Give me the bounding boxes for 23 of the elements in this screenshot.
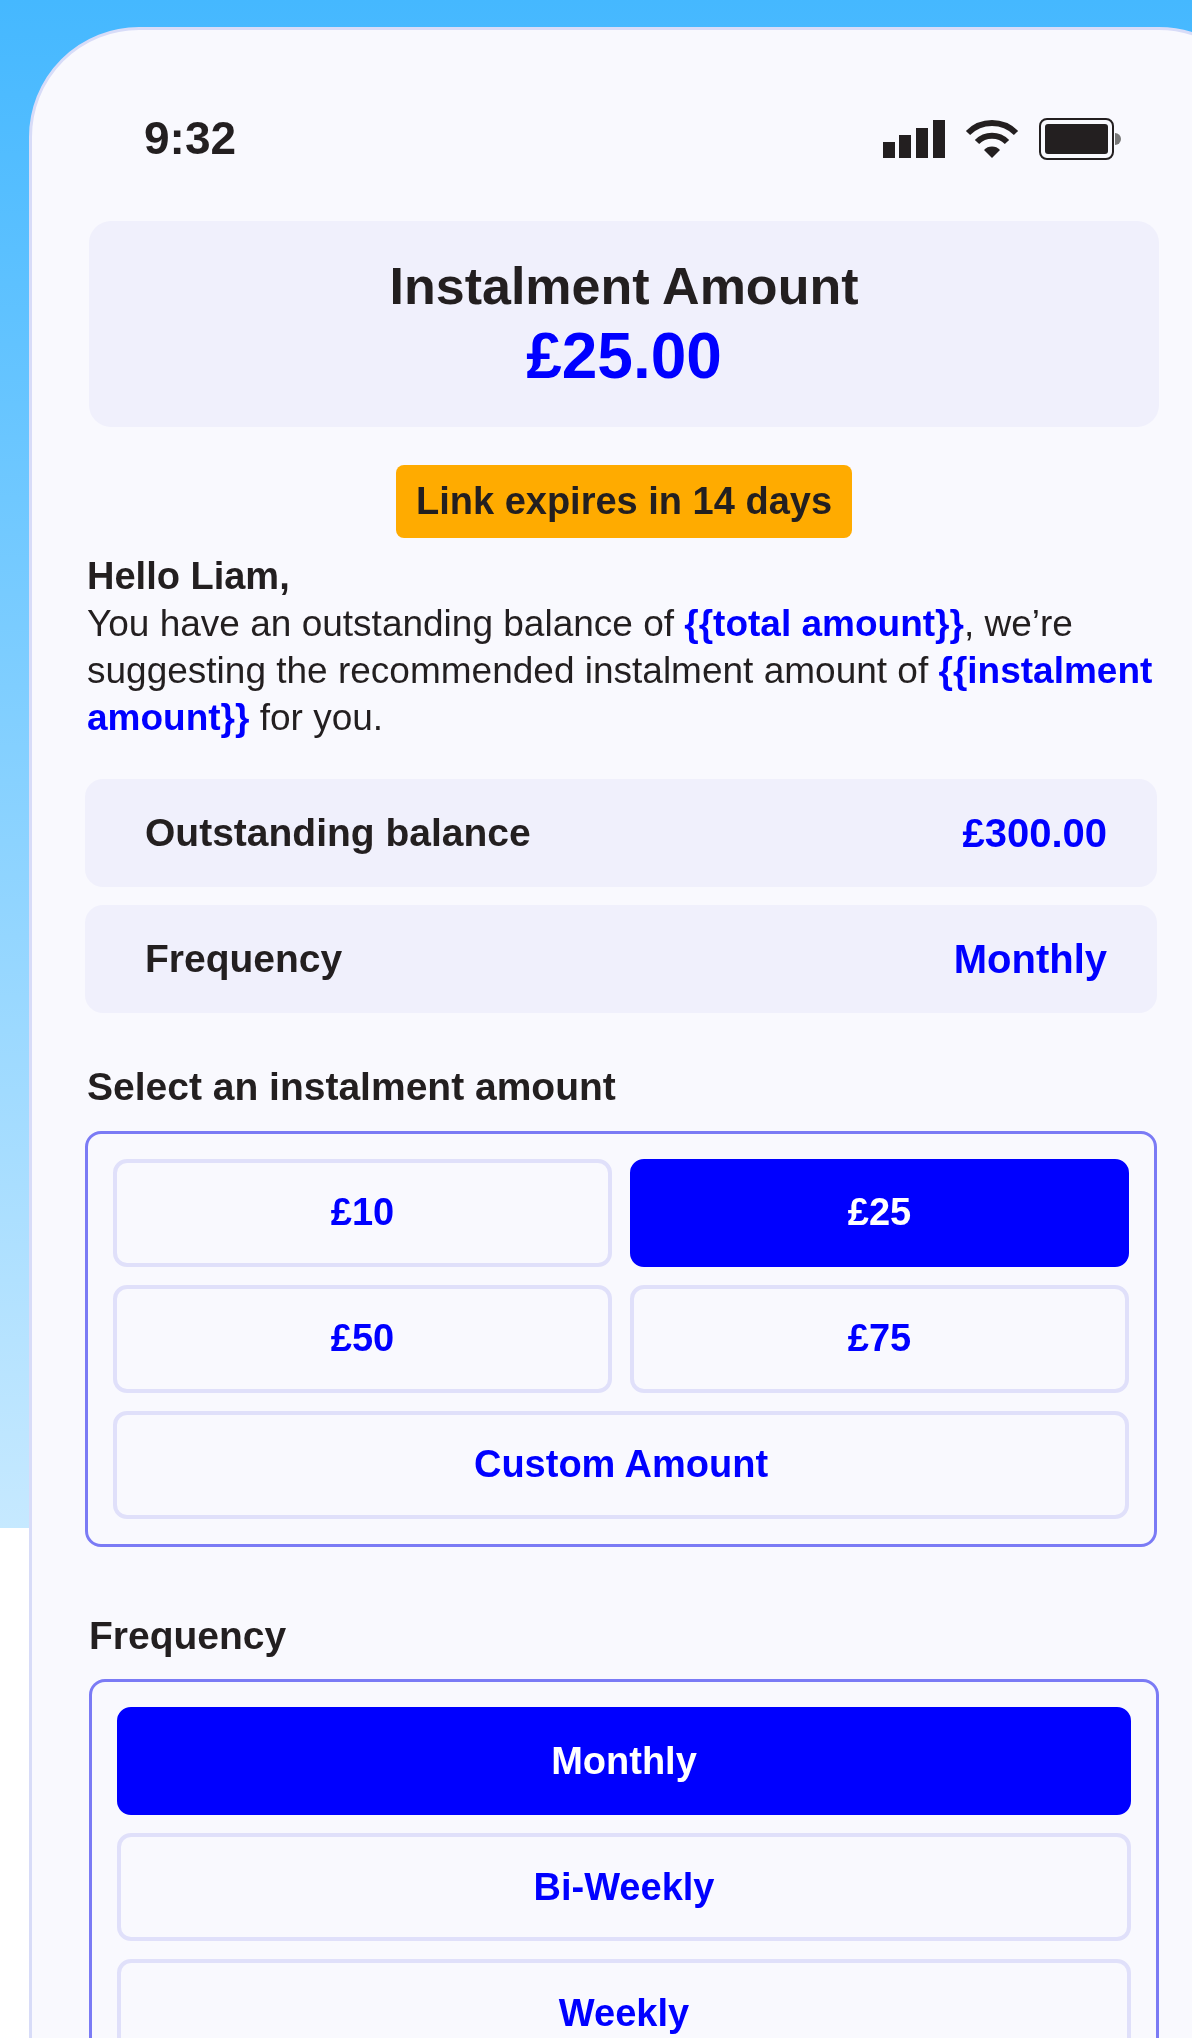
- signal-icon: [883, 119, 945, 158]
- instalment-amount: £25.00: [526, 324, 722, 388]
- section-title: Select an instalment amount: [87, 1064, 617, 1110]
- summary-label: Frequency: [145, 935, 343, 982]
- expiry-badge: Link expires in 14 days: [395, 465, 853, 538]
- option-button[interactable]: Bi-Weekly: [117, 1833, 1131, 1941]
- card-title: Instalment Amount: [389, 260, 859, 312]
- battery-icon: [1039, 117, 1121, 160]
- option-button[interactable]: Weekly: [117, 1959, 1131, 2038]
- greeting: Hello Liam,: [87, 554, 291, 599]
- option-button[interactable]: Monthly: [117, 1707, 1131, 1815]
- option-button[interactable]: £10: [113, 1158, 612, 1267]
- option-button[interactable]: £75: [630, 1284, 1129, 1393]
- summary-label: Outstanding balance: [145, 809, 531, 856]
- section-title: Frequency: [89, 1612, 288, 1659]
- summary-value: £300.00: [962, 810, 1107, 857]
- wifi-icon: [965, 118, 1019, 159]
- status-time: 9:32: [144, 111, 237, 166]
- option-button[interactable]: Custom Amount: [113, 1410, 1129, 1519]
- option-button[interactable]: £50: [113, 1284, 612, 1393]
- message-text: You have an outstanding balance of {{total amount}}, we’re suggesting the recommended instalment amount of {{instalment amount}} for you.: [87, 602, 1154, 740]
- option-button[interactable]: £25: [630, 1158, 1129, 1267]
- summary-value: Monthly: [953, 936, 1107, 983]
